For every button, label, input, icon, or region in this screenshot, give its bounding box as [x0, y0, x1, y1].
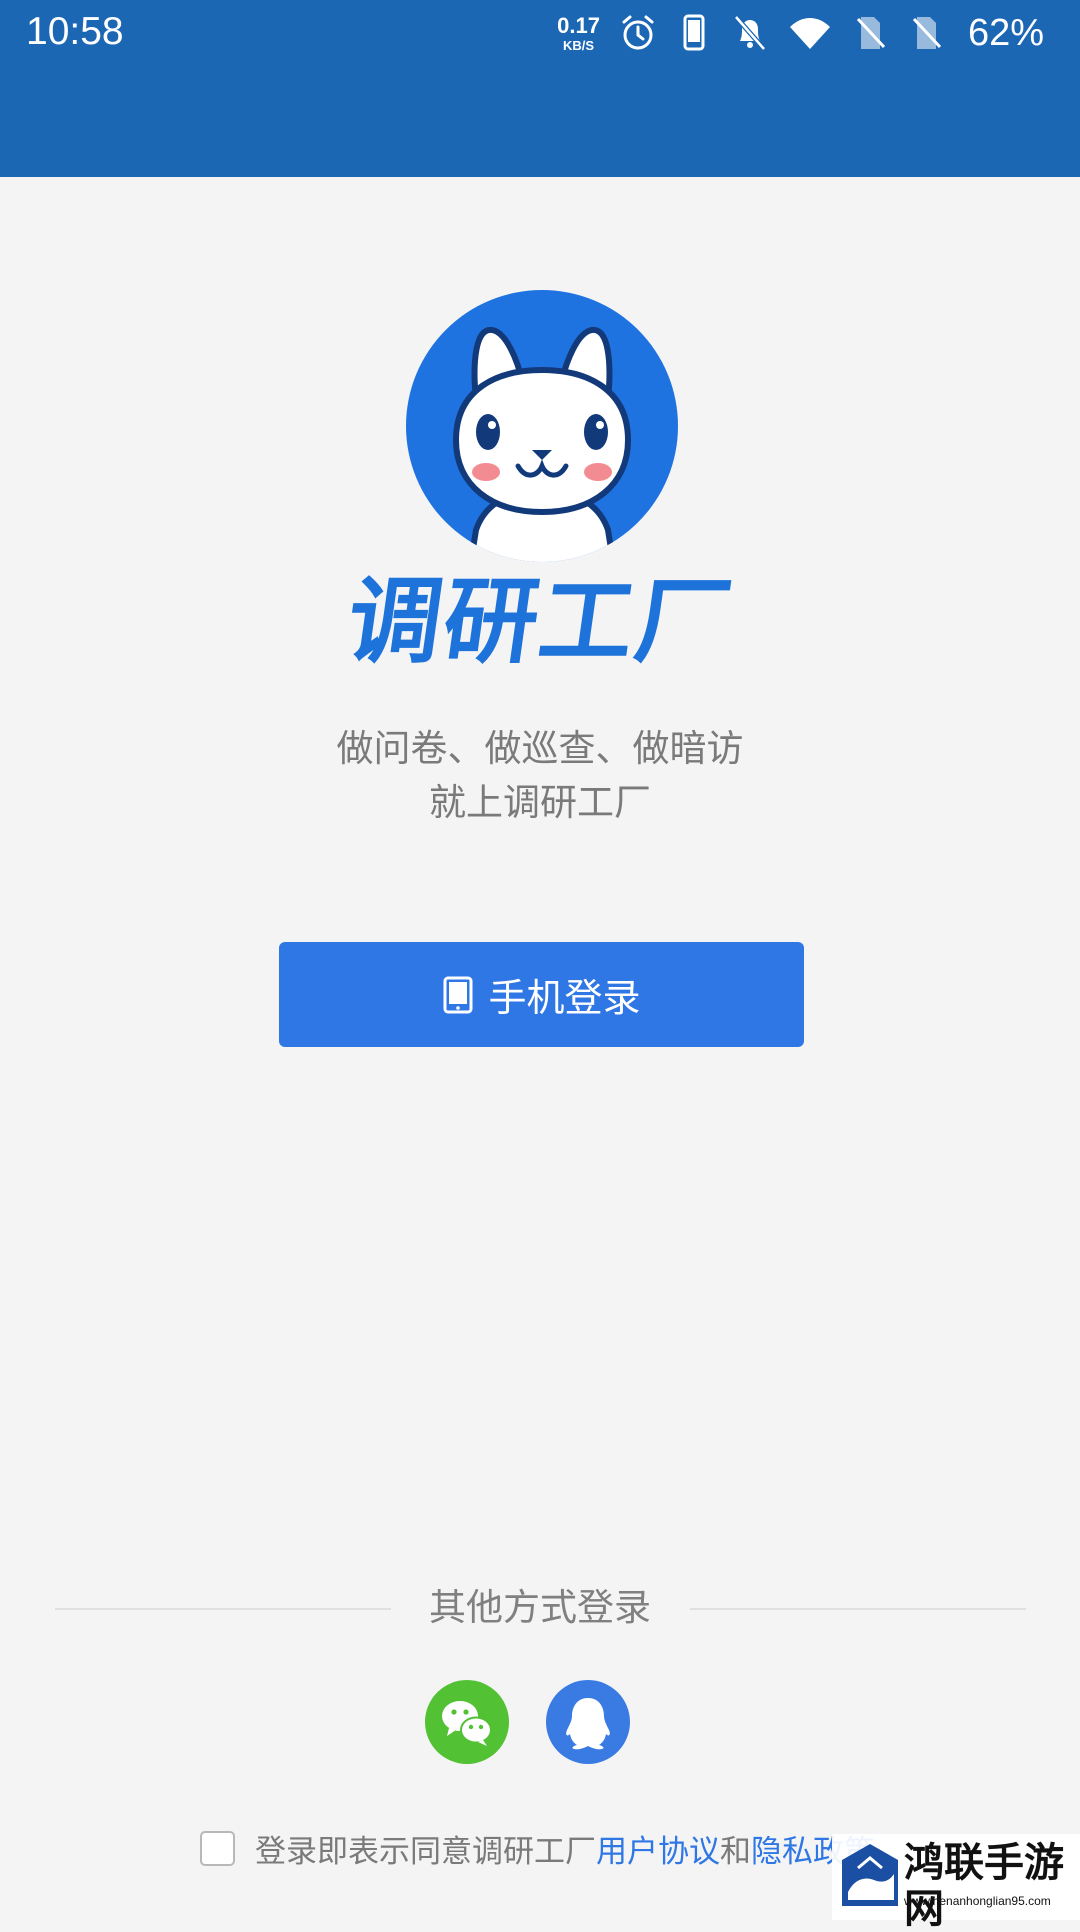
alarm-icon [622, 15, 654, 50]
rabbit-logo-icon [406, 290, 678, 562]
status-time: 10:58 [26, 10, 124, 53]
no-sim-icon [856, 17, 886, 49]
phone-login-button[interactable]: 手机登录 [279, 942, 804, 1047]
agreement-checkbox[interactable] [200, 1830, 235, 1866]
network-speed: 0.17 KB/S [557, 12, 600, 53]
site-watermark: 鸿联手游网 www.henanhonglian95.com [832, 1834, 1080, 1932]
battery-percentage: 62% [967, 11, 1044, 54]
network-speed-value: 0.17 [557, 12, 600, 38]
divider-right [690, 1608, 1026, 1610]
status-icons: 0.17 KB/S 62% [557, 6, 1044, 60]
watermark-url: www.henanhonglian95.com [904, 1894, 1051, 1908]
qq-icon [566, 1698, 610, 1750]
agreement-conjunction: 和 [720, 1833, 751, 1870]
tablet-icon [443, 976, 473, 1013]
wechat-icon [442, 1701, 492, 1746]
user-agreement-link[interactable]: 用户协议 [596, 1826, 720, 1871]
network-speed-unit: KB/S [562, 37, 595, 53]
tagline-line-2: 就上调研工厂 [429, 781, 651, 824]
phone-login-label: 手机登录 [488, 976, 641, 1020]
status-bar: 10:58 0.17 KB/S 62% [0, 0, 1080, 177]
wifi-icon [789, 18, 830, 49]
tagline-line-1: 做问卷、做巡查、做暗访 [336, 727, 744, 770]
wechat-login-button[interactable] [425, 1680, 509, 1764]
brand-name: 调研工厂 [340, 568, 740, 677]
phone-icon [683, 14, 705, 51]
agreement-row: 登录即表示同意调研工厂 用户协议 和 隐私政策 [200, 1822, 875, 1874]
bell-off-icon [734, 15, 766, 51]
agreement-prefix: 登录即表示同意调研工厂 [255, 1833, 596, 1870]
qq-login-button[interactable] [546, 1680, 630, 1764]
no-sim-icon [912, 17, 942, 49]
watermark-title: 鸿联手游网 [904, 1839, 1064, 1932]
watermark-logo-icon [842, 1844, 898, 1906]
